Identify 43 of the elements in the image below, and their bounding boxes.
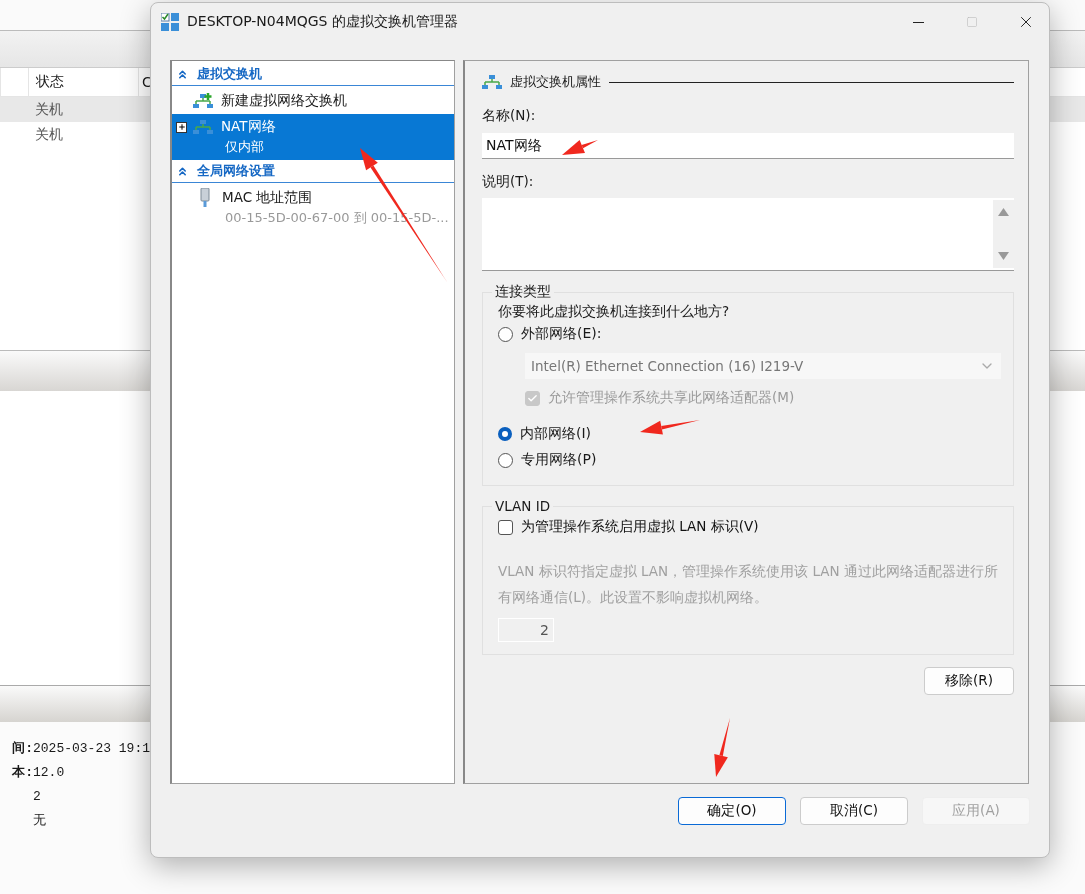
- window-title: DESKTOP-N04MQGS 的虚拟交换机管理器: [187, 13, 459, 31]
- detail-value: 2: [33, 788, 41, 804]
- group-title: VLAN ID: [494, 498, 552, 514]
- tree-item[interactable]: NAT网络 仅内部: [172, 114, 454, 160]
- maximize-icon: [966, 16, 978, 28]
- description-field[interactable]: [482, 198, 1014, 271]
- field-label: 说明(T):: [482, 173, 535, 191]
- detail-label: 本:: [11, 764, 33, 781]
- name-field[interactable]: NAT网络: [482, 133, 1014, 159]
- expand-toggle[interactable]: [176, 121, 187, 133]
- dialog-button[interactable]: 取消(C): [800, 797, 908, 825]
- field-label: 名称(N):: [482, 107, 537, 125]
- collapse-icon: [176, 164, 189, 178]
- network-adapter-icon: [200, 188, 210, 208]
- network-switch-icon: [482, 74, 502, 90]
- arrow-drawing: [714, 718, 730, 777]
- column-header[interactable]: 状态: [28, 68, 138, 96]
- check-icon: [527, 392, 538, 404]
- scrollbar[interactable]: [993, 200, 1014, 268]
- remove-button[interactable]: 移除(R): [924, 667, 1014, 695]
- tree-item[interactable]: 新建虚拟网络交换机: [172, 88, 454, 114]
- detail-value: 无: [33, 812, 46, 829]
- minimize-icon: [912, 21, 924, 23]
- arrow-drawing: [640, 420, 700, 435]
- vlan-note: VLAN 标识符指定虚拟 LAN，管理操作系统使用该 LAN 通过此网络适配器进行所有网络通信(L)。此设置不影响虚拟机网络。: [498, 562, 999, 607]
- detail-value: 12.0: [33, 764, 65, 780]
- radio-option[interactable]: 内部网络(I): [498, 421, 1001, 447]
- detail-label: 间:: [11, 740, 33, 757]
- arrow-drawing: [562, 140, 598, 155]
- section-header[interactable]: 虚拟交换机: [172, 63, 454, 86]
- collapse-icon: [176, 67, 189, 81]
- section-heading: 虚拟交换机属性: [510, 73, 601, 91]
- detail-value: 2025-03-23 19:1: [33, 740, 151, 756]
- scroll-down-icon[interactable]: [998, 252, 1009, 260]
- network-switch-icon: [193, 119, 213, 135]
- app-icon: [161, 13, 179, 31]
- scroll-up-icon[interactable]: [998, 208, 1009, 216]
- group-title: 连接类型: [494, 283, 552, 301]
- radio-option[interactable]: 外部网络(E):: [498, 321, 1001, 347]
- radio-option[interactable]: 专用网络(P): [498, 447, 1001, 473]
- question-text: 你要将此虚拟交换机连接到什么地方?: [498, 303, 731, 321]
- dialog-button[interactable]: 确定(O): [678, 797, 786, 825]
- new-switch-icon: [193, 93, 213, 109]
